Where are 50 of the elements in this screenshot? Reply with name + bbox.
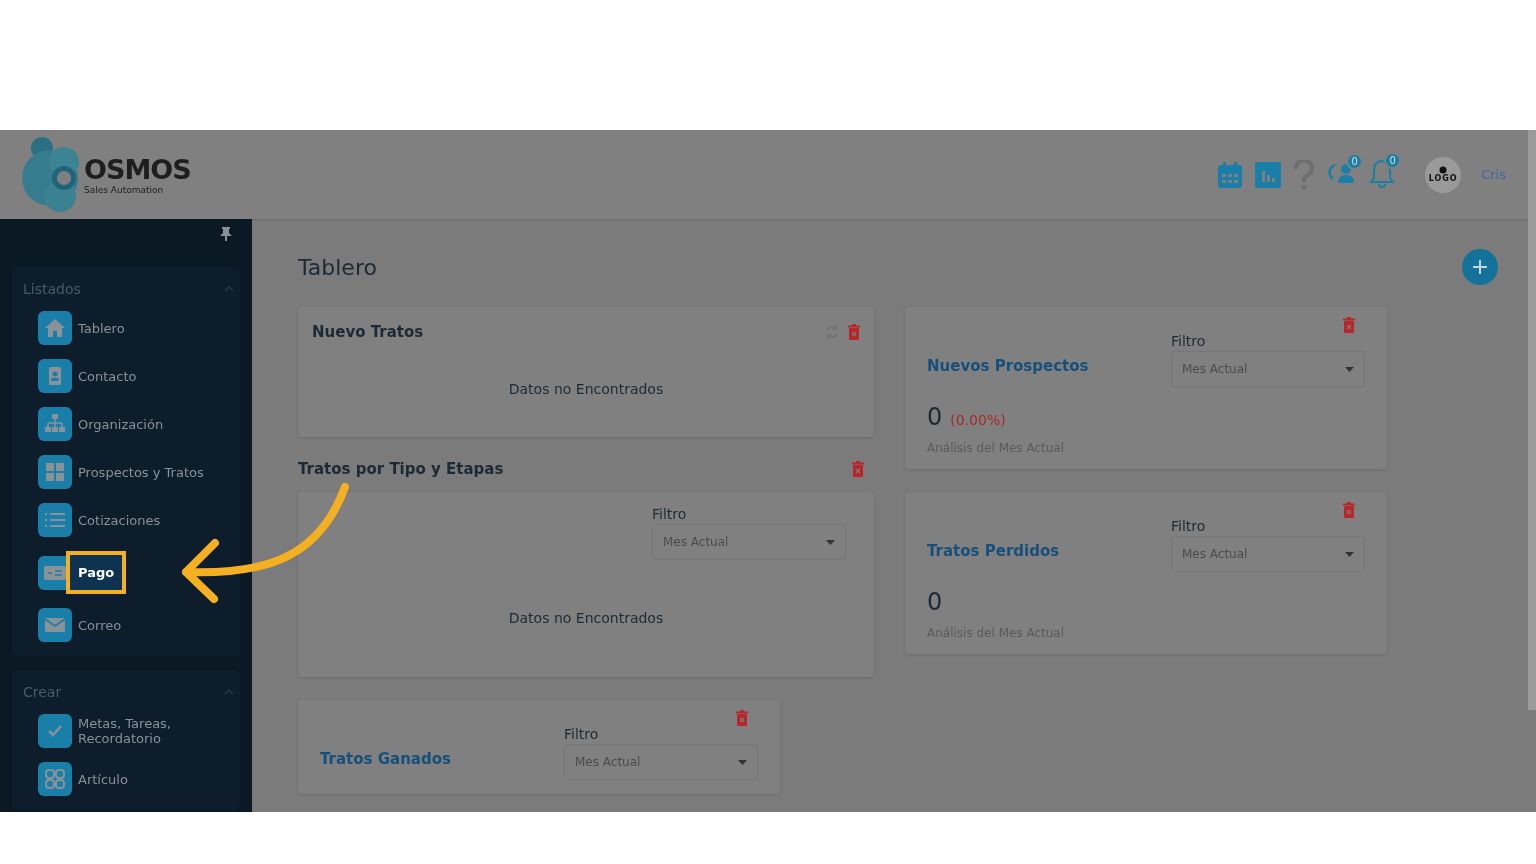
sidebar-item[interactable]: Tablero	[38, 311, 234, 345]
calendar-icon[interactable]	[1217, 160, 1244, 189]
chevron-icon[interactable]	[224, 689, 234, 695]
trash-icon[interactable]	[1343, 502, 1355, 518]
caret-icon	[826, 539, 835, 545]
trash-icon[interactable]	[848, 324, 860, 340]
add-button[interactable]	[1462, 249, 1498, 285]
stat-title: Nuevos Prospectos	[927, 357, 1089, 377]
caret-icon	[1345, 551, 1354, 557]
notification-count: 0	[1384, 151, 1402, 169]
chevron-icon[interactable]	[224, 286, 234, 292]
stat-value: 0	[927, 403, 943, 431]
trash-icon[interactable]	[852, 461, 864, 477]
caret-icon	[738, 759, 747, 765]
stat-change: (0.00%)	[950, 412, 1006, 428]
bell-icon[interactable]	[1369, 157, 1396, 188]
trash-icon[interactable]	[1343, 317, 1355, 333]
sidebar-item[interactable]: Cotizaciones	[38, 503, 234, 537]
filter-label: Filtro	[1171, 333, 1207, 349]
widget-title: Nuevo Tratos	[312, 323, 424, 341]
filter-label: Filtro	[1171, 518, 1207, 534]
logo-bubbles-icon	[20, 135, 80, 214]
stat-title: Tratos Ganados	[320, 750, 451, 770]
sidebar-item[interactable]: Pago	[38, 551, 234, 594]
caret-icon	[1345, 366, 1354, 372]
plus-icon	[1473, 260, 1487, 274]
sidebar-item[interactable]: Prospectos y Tratos	[38, 455, 234, 489]
bar-chart-icon[interactable]	[1255, 161, 1282, 188]
notification-count: 0	[1346, 152, 1364, 170]
sidebar-item[interactable]: Organización	[38, 407, 234, 441]
empty-message: Datos no Encontrados	[507, 610, 665, 626]
stat-title: Tratos Perdidos	[927, 542, 1060, 562]
user-avatar[interactable]: LOGO	[1425, 156, 1462, 193]
section-heading: Crear	[23, 684, 62, 700]
section-heading: Listados	[23, 281, 81, 297]
trash-icon[interactable]	[736, 710, 748, 726]
stat-value: 0	[927, 588, 943, 616]
filter-label: Filtro	[564, 726, 600, 742]
filter-label: Filtro	[652, 506, 688, 522]
sidebar-item[interactable]: Artículo	[38, 762, 234, 796]
pin-icon[interactable]	[220, 227, 232, 241]
sidebar-item[interactable]: Correo	[38, 608, 234, 642]
sidebar-item[interactable]: Metas, Tareas, Recordatorio	[38, 714, 234, 748]
page-title: Tablero	[298, 254, 377, 280]
scrollbar[interactable]	[1528, 130, 1536, 710]
section-title: Tratos por Tipo y Etapas	[298, 460, 504, 478]
sidebar-item[interactable]: Contacto	[38, 359, 234, 393]
logo-wordmark: OSMOS	[84, 154, 191, 185]
empty-message: Datos no Encontrados	[507, 381, 665, 397]
logo-tagline: Sales Automation	[84, 185, 165, 195]
